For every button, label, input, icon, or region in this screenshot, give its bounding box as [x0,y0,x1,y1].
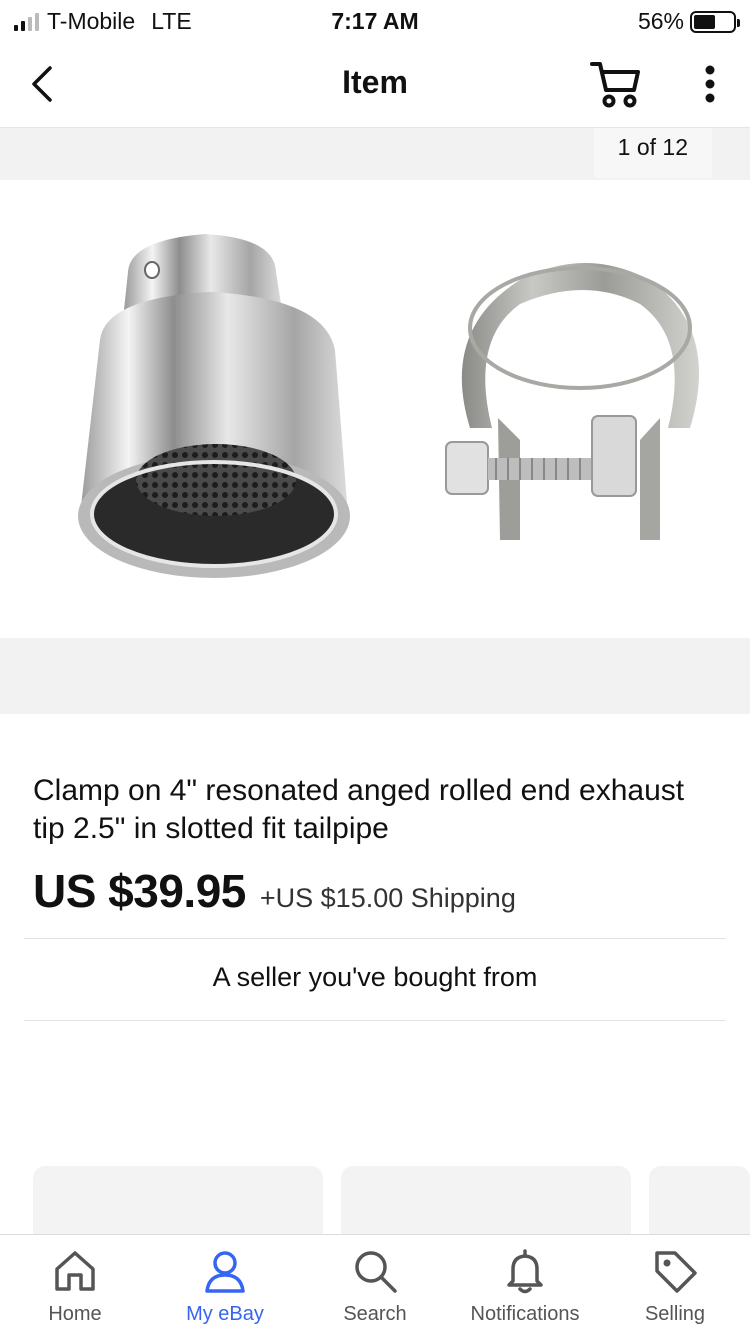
product-image[interactable] [0,180,750,638]
divider [24,1020,726,1021]
image-counter: 1 of 12 [593,128,712,178]
nav-bar: Item [0,40,750,128]
tag-icon [655,1251,697,1293]
tab-notifications[interactable]: Notifications [450,1235,600,1334]
tab-my-ebay-label: My eBay [186,1303,264,1325]
product-photo [78,234,699,578]
image-gallery[interactable]: 1 of 12 [0,128,750,714]
cart-icon [590,62,640,108]
battery-percent: 56% [637,8,684,34]
tab-selling-label: Selling [644,1303,706,1325]
search-icon [355,1251,397,1293]
tab-selling[interactable]: Selling [600,1235,750,1334]
bottom-tab-bar: Home My eBay Search Notifications Sellin… [0,1234,750,1334]
item-price: US $39.95 [33,865,246,917]
tab-notifications-label: Notifications [470,1303,580,1325]
tab-search[interactable]: Search [300,1235,450,1334]
person-icon [205,1251,245,1293]
cart-button[interactable] [588,58,644,110]
tab-home-label: Home [48,1303,102,1325]
shipping-cost: +US $15.00 Shipping [259,883,516,913]
more-options-button[interactable] [694,60,726,108]
status-right: 56% [637,8,740,35]
tab-search-label: Search [343,1303,407,1325]
home-icon [55,1251,95,1291]
tab-my-ebay[interactable]: My eBay [150,1235,300,1334]
status-bar: T-Mobile LTE 7:17 AM 56% [0,0,750,40]
tab-home[interactable]: Home [0,1235,150,1334]
battery-icon [690,10,740,33]
price-row: US $39.95 +US $15.00 Shipping [33,864,516,918]
bell-icon [507,1249,543,1294]
seller-note: A seller you've bought from [212,962,538,992]
item-title: Clamp on 4" resonated anged rolled end e… [33,774,685,845]
divider [24,938,726,939]
more-vertical-icon [705,65,715,103]
